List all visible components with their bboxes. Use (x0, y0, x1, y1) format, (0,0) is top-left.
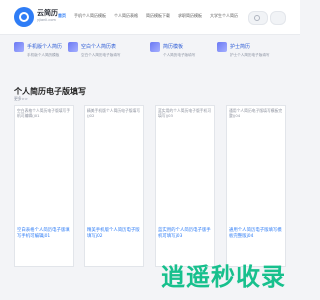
nav-item-home[interactable]: 首页 (58, 13, 66, 19)
category-icon (150, 42, 160, 52)
category-icon (217, 42, 227, 52)
nav-item-job-templates[interactable]: 求职简历模板 (178, 13, 202, 19)
section-more-link[interactable]: 更多>> (14, 96, 28, 102)
category-card-templates[interactable]: 简历模板 个人简历电子版填写 (150, 42, 210, 66)
card-preview-caption: 空白表格个人简历电子版填写手机可编辑(j01 (17, 108, 71, 118)
nav-item-resume-forms[interactable]: 个人简历表格 (114, 13, 138, 19)
category-title: 护士简历 (230, 44, 251, 50)
nav-item-student-resume[interactable]: 大学生个人简历 (210, 13, 238, 19)
resume-card[interactable]: 空白表格个人简历电子版填写手机可编辑(j01 空白表格个人简历电子版填写手机可编… (14, 105, 74, 267)
card-title[interactable]: 空白表格个人简历电子版填写手机可编辑j01 (17, 228, 71, 240)
nav-menu: 首页 手机个人简历模板 个人简历表格 简历模板下载 求职简历模板 大学生个人简历 (58, 13, 238, 19)
category-card-blank[interactable]: 空白个人简历表 空白个人简历电子版填写 (68, 42, 128, 66)
card-title[interactable]: 蓝实用的个人简历电子版手机可填写j03 (158, 228, 212, 240)
resume-card[interactable]: 蓝实用的个人简历电子版手机可填写(j03 蓝实用的个人简历电子版手机可填写j03 (155, 105, 215, 267)
category-title: 手机版个人简历 (27, 44, 63, 50)
nav-item-downloads[interactable]: 简历模板下载 (146, 13, 170, 19)
resume-card-grid: 空白表格个人简历电子版填写手机可编辑(j01 空白表格个人简历电子版填写手机可编… (14, 105, 288, 270)
brand-name: 云简历 (37, 9, 58, 17)
card-preview-caption: 蓝实用的个人简历电子版手机可填写(j03 (158, 108, 212, 118)
card-title[interactable]: 精美手机版个人简历电子版填写j02 (87, 228, 141, 240)
resume-card[interactable]: 通用个人简历电子版填写模板完整(j04 通用个人简历电子版填写模板完整版j04 (226, 105, 286, 267)
top-navbar: 云简历 yjianli.com 首页 手机个人简历模板 个人简历表格 简历模板下… (0, 0, 300, 35)
category-subtitle: 个人简历电子版填写 (163, 53, 196, 57)
category-subtitle: 手机版个人简历模板 (27, 53, 60, 57)
resume-card[interactable]: 精美手机版个人简历电子版填写(j02 精美手机版个人简历电子版填写j02 (84, 105, 144, 267)
category-title: 空白个人简历表 (81, 44, 117, 50)
category-subtitle: 空白个人简历电子版填写 (81, 53, 121, 57)
category-card-mobile[interactable]: 手机版个人简历 手机版个人简历模板 (14, 42, 74, 66)
card-title[interactable]: 通用个人简历电子版填写模板完整版j04 (229, 228, 283, 240)
watermark-text: 逍遥秒收录 (161, 263, 286, 291)
category-card-nurse[interactable]: 护士简历 护士个人简历电子版填写 (217, 42, 277, 66)
category-subtitle: 护士个人简历电子版填写 (230, 53, 270, 57)
search-button[interactable] (248, 11, 268, 25)
brand-sub: yjianli.com (37, 18, 56, 22)
category-row: 手机版个人简历 手机版个人简历模板 空白个人简历表 空白个人简历电子版填写 简历… (14, 42, 286, 66)
category-icon (14, 42, 24, 52)
category-title: 简历模板 (163, 44, 184, 50)
category-icon (68, 42, 78, 52)
card-preview-caption: 通用个人简历电子版填写模板完整(j04 (229, 108, 283, 118)
nav-item-mobile-templates[interactable]: 手机个人简历模板 (74, 13, 106, 19)
card-preview-caption: 精美手机版个人简历电子版填写(j02 (87, 108, 141, 118)
logo-icon (14, 7, 34, 27)
login-button[interactable] (270, 11, 286, 25)
